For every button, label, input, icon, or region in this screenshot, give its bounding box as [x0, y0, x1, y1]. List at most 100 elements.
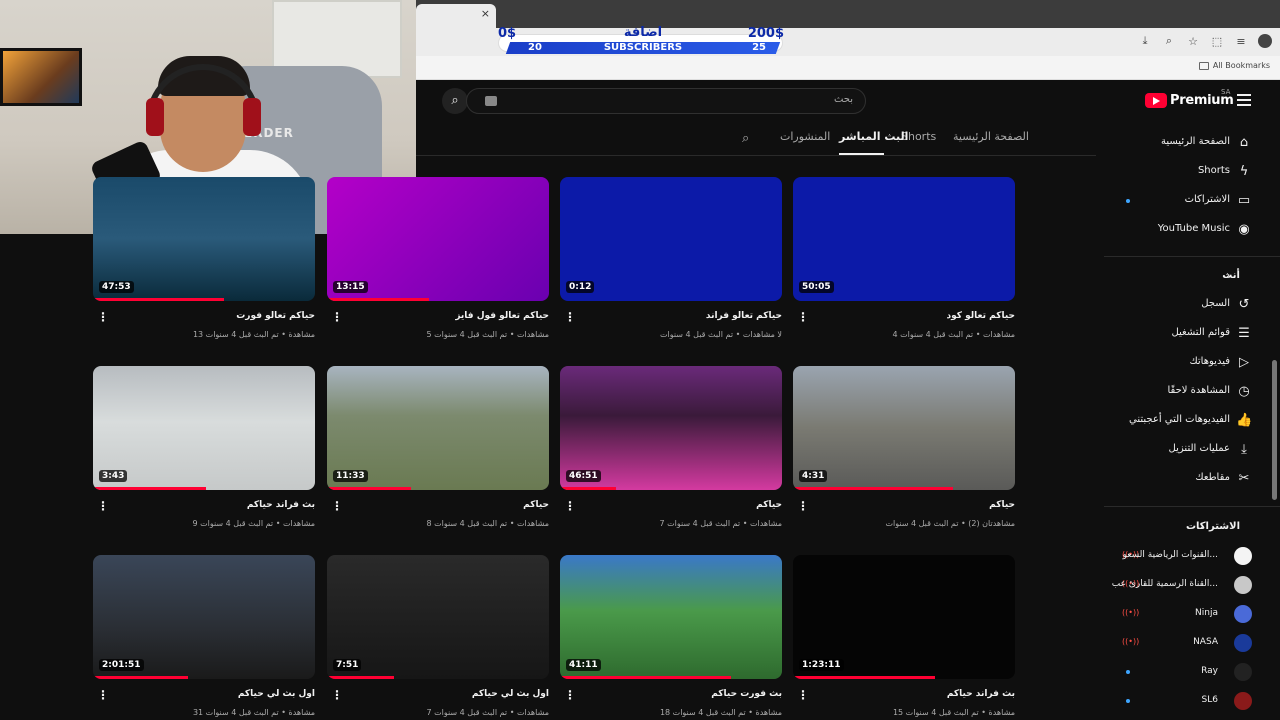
sidebar-item-home[interactable]: الصفحة الرئيسية ⌂ — [1104, 130, 1280, 158]
video-thumbnail[interactable]: 41:11 — [560, 555, 782, 679]
sidebar-label: الاشتراكات — [1184, 194, 1230, 205]
youtube-play-icon — [1145, 93, 1167, 108]
video-thumbnail[interactable]: 13:15 — [327, 177, 549, 301]
more-options-icon[interactable]: ⋮ — [564, 689, 576, 701]
video-card[interactable]: 41:11 ⋮ بث فورت حياكم 18 مشاهدة • تم البث ق… — [560, 555, 782, 717]
more-options-icon[interactable]: ⋮ — [97, 689, 109, 701]
browser-tab[interactable]: × — [416, 4, 496, 28]
more-options-icon[interactable]: ⋮ — [564, 311, 576, 323]
reading-list-icon[interactable]: ≡ — [1234, 35, 1248, 48]
new-content-dot — [1126, 670, 1130, 674]
video-thumbnail[interactable]: 3:43 — [93, 366, 315, 490]
video-thumbnail[interactable]: 11:33 — [327, 366, 549, 490]
video-thumbnail[interactable]: 2:01:51 — [93, 555, 315, 679]
subscription-item[interactable]: Ray — [1104, 659, 1280, 687]
video-thumbnail[interactable]: 4:31 — [793, 366, 1015, 490]
sidebar-item-subscriptions[interactable]: الاشتراكات ▭ — [1104, 188, 1280, 216]
video-card[interactable]: 13:15 ⋮ حياكم تعالو فول فايز 5 مشاهدات • تم… — [327, 177, 549, 339]
video-card[interactable]: 2:01:51 ⋮ اول بث لي حياكم 31 مشاهدة • تم ال… — [93, 555, 315, 717]
more-options-icon[interactable]: ⋮ — [564, 500, 576, 512]
more-options-icon[interactable]: ⋮ — [97, 311, 109, 323]
extensions-icon[interactable]: ⬚ — [1210, 35, 1224, 48]
video-card[interactable]: 1:23:11 ⋮ بث فراند حياكم 15 مشاهدة • تم الب… — [793, 555, 1015, 717]
video-title[interactable]: حياكم — [815, 500, 1015, 510]
video-title[interactable]: اول بث لي حياكم — [349, 689, 549, 699]
sidebar-item-clips[interactable]: مقاطعك ✂ — [1104, 466, 1280, 494]
more-options-icon[interactable]: ⋮ — [797, 311, 809, 323]
video-meta: 7 مشاهدات • تم البث قبل 4 سنوات — [426, 708, 549, 717]
profile-avatar[interactable] — [1258, 34, 1272, 48]
subscription-item[interactable]: ((•)) NASA — [1104, 630, 1280, 658]
channel-avatar — [1234, 692, 1252, 710]
video-title[interactable]: حياكم تعالو كود — [815, 311, 1015, 321]
video-card[interactable]: 0:12 ⋮ حياكم تعالو فراند لا مشاهدات • تم ال… — [560, 177, 782, 339]
zoom-icon[interactable]: ⌕ — [1162, 34, 1176, 48]
tab-close-icon[interactable]: × — [481, 7, 490, 20]
you-section-title[interactable]: أنت — [1222, 270, 1240, 281]
liked-icon: 👍 — [1236, 413, 1253, 428]
sidebar-item-downloads[interactable]: عمليات التنزيل ⤓ — [1104, 437, 1280, 465]
subscription-item[interactable]: ((•)) القنوات الرياضية السعو... — [1104, 543, 1280, 571]
video-thumbnail[interactable]: 7:51 — [327, 555, 549, 679]
more-options-icon[interactable]: ⋮ — [331, 311, 343, 323]
channel-avatar — [1234, 634, 1252, 652]
video-card[interactable]: 50:05 ⋮ حياكم تعالو كود 4 مشاهدات • تم البث… — [793, 177, 1015, 339]
more-options-icon[interactable]: ⋮ — [331, 500, 343, 512]
video-title[interactable]: بث فراند حياكم — [115, 500, 315, 510]
video-title[interactable]: بث فراند حياكم — [815, 689, 1015, 699]
video-card[interactable]: 7:51 ⋮ اول بث لي حياكم 7 مشاهدات • تم البث … — [327, 555, 549, 717]
video-card[interactable]: 4:31 ⋮ حياكم مشاهدتان (2) • تم البث قبل 4 س… — [793, 366, 1015, 528]
video-card[interactable]: 47:53 ⋮ حياكم تعالو فورت 13 مشاهدة • تم الب… — [93, 177, 315, 339]
chevron-right-icon: › — [1200, 521, 1204, 532]
more-options-icon[interactable]: ⋮ — [97, 500, 109, 512]
video-title[interactable]: حياكم تعالو فورت — [115, 311, 315, 321]
video-thumbnail[interactable]: 50:05 — [793, 177, 1015, 301]
sidebar-item-your-videos[interactable]: فيديوهاتك ▷ — [1104, 350, 1280, 378]
subscription-item[interactable]: ((•)) القناة الرسمية للقارئ عب... — [1104, 572, 1280, 600]
video-title[interactable]: حياكم — [349, 500, 549, 510]
more-options-icon[interactable]: ⋮ — [797, 500, 809, 512]
more-options-icon[interactable]: ⋮ — [331, 689, 343, 701]
downloads-icon: ⤓ — [1241, 442, 1247, 457]
subscription-item[interactable]: SL6 — [1104, 688, 1280, 716]
home-icon: ⌂ — [1239, 135, 1249, 150]
sidebar-item-history[interactable]: السجل ↺ — [1104, 292, 1280, 320]
sidebar-item-playlists[interactable]: قوائم التشغيل ☰ — [1104, 321, 1280, 349]
keyboard-icon[interactable] — [485, 96, 497, 106]
subscriptions-section-title[interactable]: الاشتراكات — [1186, 521, 1240, 532]
all-bookmarks-button[interactable]: All Bookmarks — [1198, 61, 1270, 70]
shorts-icon: ϟ — [1239, 164, 1249, 179]
search-input[interactable]: بحث — [466, 88, 866, 114]
tab-posts[interactable]: المنشورات — [780, 130, 830, 143]
sidebar-item-watch-later[interactable]: المشاهدة لاحقًا ◷ — [1104, 379, 1280, 407]
subscription-item[interactable]: ((•)) Ninja — [1104, 601, 1280, 629]
tab-home[interactable]: الصفحة الرئيسية — [953, 130, 1029, 143]
video-title[interactable]: حياكم — [582, 500, 782, 510]
more-options-icon[interactable]: ⋮ — [797, 689, 809, 701]
video-thumbnail[interactable]: 47:53 — [93, 177, 315, 301]
video-duration: 4:31 — [799, 470, 828, 482]
video-card[interactable]: 46:51 ⋮ حياكم 7 مشاهدات • تم البث قبل 4 سنو… — [560, 366, 782, 528]
sidebar-item-music[interactable]: YouTube Music ◉ — [1104, 217, 1280, 245]
video-duration: 11:33 — [333, 470, 368, 482]
sidebar-item-liked[interactable]: الفيديوهات التي أعجبتني 👍 — [1104, 408, 1280, 436]
watch-later-icon: ◷ — [1238, 384, 1250, 399]
install-icon[interactable]: ⤓ — [1138, 34, 1152, 48]
tab-live[interactable]: البث المباشر — [839, 130, 908, 143]
sidebar-scrollbar[interactable] — [1272, 360, 1277, 500]
video-thumbnail[interactable]: 1:23:11 — [793, 555, 1015, 679]
sidebar-item-shorts[interactable]: Shorts ϟ — [1104, 159, 1280, 187]
video-title[interactable]: بث فورت حياكم — [582, 689, 782, 699]
video-title[interactable]: حياكم تعالو فول فايز — [349, 311, 549, 321]
video-card[interactable]: 11:33 ⋮ حياكم 8 مشاهدات • تم البث قبل 4 سنو… — [327, 366, 549, 528]
video-title[interactable]: حياكم تعالو فراند — [582, 311, 782, 321]
channel-search-icon[interactable]: ⌕ — [742, 131, 749, 146]
menu-icon[interactable] — [1237, 94, 1251, 109]
bookmark-star-icon[interactable]: ☆ — [1186, 35, 1200, 48]
video-thumbnail[interactable]: 46:51 — [560, 366, 782, 490]
sidebar: الصفحة الرئيسية ⌂ Shorts ϟ الاشتراكات ▭ … — [1104, 124, 1280, 720]
video-title[interactable]: اول بث لي حياكم — [115, 689, 315, 699]
video-thumbnail[interactable]: 0:12 — [560, 177, 782, 301]
video-card[interactable]: 3:43 ⋮ بث فراند حياكم 9 مشاهدات • تم البث ق… — [93, 366, 315, 528]
search-icon[interactable]: ⌕ — [442, 88, 468, 114]
